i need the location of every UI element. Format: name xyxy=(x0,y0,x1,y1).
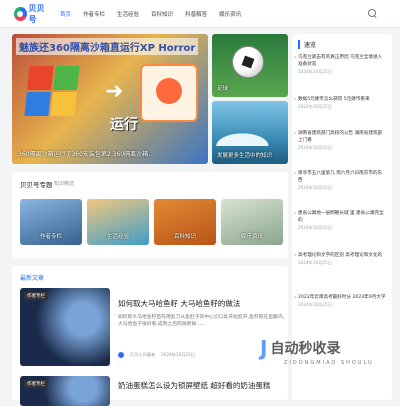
hero-headline: 魅族还360隔离沙箱直运行XP Horror xyxy=(16,38,199,55)
list-item[interactable]: 数据5元硬币怎么获得 5元硬币看来 2024年10月25日 xyxy=(294,96,386,110)
article-desc: 如何取大马哈鱼籽首先用剪刀从鱼肚子的中心切口处开始剪开,鱼籽就在鱼腹内。大马哈鱼… xyxy=(118,315,288,327)
nav-entertainment[interactable]: 娱乐资讯 xyxy=(219,10,241,18)
nav-science[interactable]: 科普解答 xyxy=(185,10,207,18)
side-card-caption: 足球 xyxy=(217,86,229,92)
topic-card[interactable]: 百科知识 xyxy=(154,199,216,245)
article-author[interactable]: 贝贝小贝编者 xyxy=(130,352,155,358)
side-card-football[interactable]: 足球 xyxy=(212,34,288,97)
latest-articles: 最新文章 作者专栏 如何取大马哈鱼籽 大马哈鱼籽的做法 如何取大马哈鱼籽首先用剪… xyxy=(12,266,288,406)
list-item[interactable]: 乌克兰袭击有的真正原因 乌克兰全境进入准备状态 2024年10月25日 xyxy=(294,54,386,75)
side-card-caption: 发展更多生活中的知识 xyxy=(217,153,273,159)
list-item[interactable]: 2023年云南高考最好时分 2023年9月大学 2024年10月25日 xyxy=(294,294,386,308)
articles-title: 最新文章 xyxy=(20,275,45,282)
wave-image xyxy=(212,124,288,146)
main-nav: 首页 作者专栏 生活经验 百科知识 科普解答 娱乐资讯 xyxy=(60,0,241,28)
side-card-knowledge[interactable]: 发展更多生活中的知识 xyxy=(212,101,288,164)
topic-card[interactable]: 生活经验 xyxy=(87,199,149,245)
hero-caption: 360隔离沙箱运行了360安装包第2 360隔离沙箱... xyxy=(18,151,154,158)
article-thumbnail[interactable]: 作者专栏 xyxy=(20,288,110,366)
top-bar: 贝贝号 首页 作者专栏 生活经验 百科知识 科普解答 娱乐资讯 xyxy=(0,0,400,28)
watermark-mark: J xyxy=(260,336,268,360)
article-title[interactable]: 奶油蛋糕怎么设为锁屏壁纸 超好看的奶油蛋糕 xyxy=(118,380,270,391)
hero-slide[interactable]: 魅族还360隔离沙箱直运行XP Horror ➜ 运行 360隔离沙箱运行了36… xyxy=(12,34,208,164)
watermark-subtext: ZIDONGMIAO SHOULU xyxy=(284,360,374,366)
football-image xyxy=(232,46,264,78)
topics-subtitle: 知识精选 xyxy=(54,181,75,187)
article-title[interactable]: 如何取大马哈鱼籽 大马哈鱼籽的做法 xyxy=(118,298,240,309)
arrow-right-icon: ➜ xyxy=(105,79,124,104)
logo-text: 贝贝号 xyxy=(28,4,45,24)
list-item[interactable]: 高考理论和文字的区别 高考理论和文化的 2024年10月25日 xyxy=(294,252,386,266)
nav-life[interactable]: 生活经验 xyxy=(117,10,139,18)
search-icon[interactable] xyxy=(368,9,378,19)
nav-home[interactable]: 首页 xyxy=(60,10,71,18)
watermark-text: 自动秒收录 xyxy=(270,341,341,357)
windows-logo-icon xyxy=(24,66,80,116)
app-icon xyxy=(140,64,198,122)
nav-authors[interactable]: 作者专栏 xyxy=(83,10,105,18)
article-meta: 贝贝小贝编者 2024年10月25日 xyxy=(118,352,195,358)
topic-card[interactable]: 作者专栏 xyxy=(20,199,82,245)
topic-card[interactable]: 娱乐资讯 xyxy=(221,199,283,245)
article-badge: 作者专栏 xyxy=(24,292,48,300)
avatar xyxy=(118,352,124,358)
list-item[interactable]: 南亭市五六里第几 南六月六日南京市的东西 2024年10月25日 xyxy=(294,170,386,191)
article-date: 2024年10月25日 xyxy=(161,352,196,357)
list-item[interactable]: 湖南省建筑部门高校的公告 湖南省建筑部上门看 2024年10月25日 xyxy=(294,130,386,151)
quick-view-title: 速览 xyxy=(298,40,316,49)
site-logo[interactable]: 贝贝号 xyxy=(14,4,50,24)
logo-icon xyxy=(14,7,27,21)
watermark-logo: J 自动秒收录 xyxy=(260,336,340,360)
list-item[interactable]: 建省公寓地一层明朝长城 里 建省公寓完全的 2024年10月25日 xyxy=(294,210,386,231)
hero-big-text: 运行 xyxy=(110,117,138,133)
article-thumbnail[interactable]: 作者专栏 xyxy=(20,376,110,406)
topics-title: 贝贝号专题 xyxy=(20,181,53,189)
topics-section: 贝贝号专题 知识精选 作者专栏 生活经验 百科知识 娱乐资讯 xyxy=(12,172,288,258)
article-badge: 作者专栏 xyxy=(24,380,48,388)
nav-encyclopedia[interactable]: 百科知识 xyxy=(151,10,173,18)
